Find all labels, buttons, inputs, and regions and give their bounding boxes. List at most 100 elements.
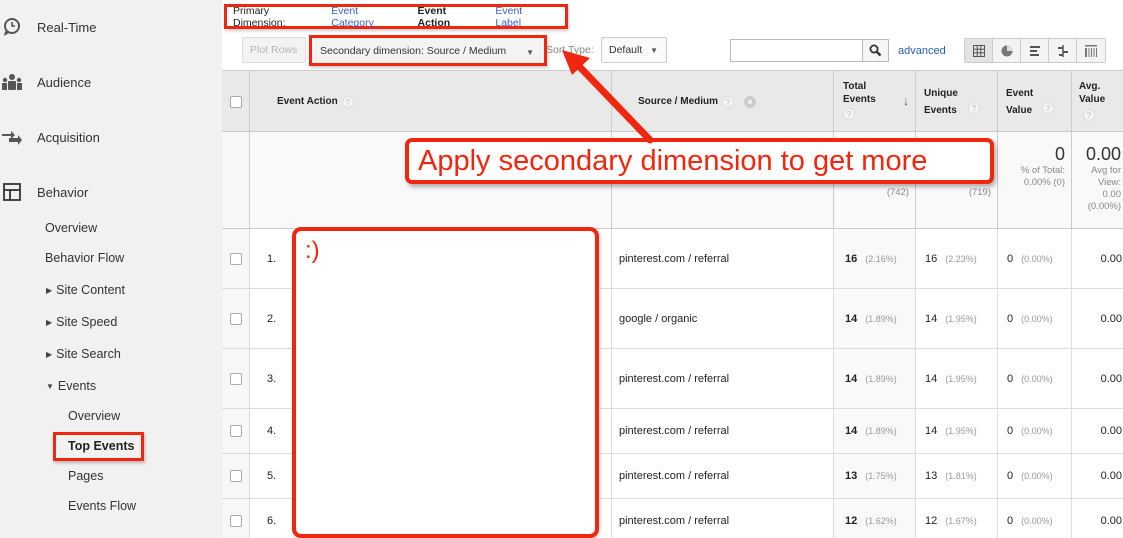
secondary-dimension-dropdown[interactable]: Secondary dimension: Source / Medium ▼ [309, 35, 547, 66]
people-icon [2, 74, 22, 90]
column-event-action[interactable]: Event Action? [250, 71, 612, 132]
column-label: Unique Events [924, 88, 958, 116]
view-switcher [964, 38, 1106, 63]
avg-value: 0.00 [1100, 515, 1122, 527]
sidebar-item-label: Behavior [37, 184, 89, 200]
unique-events-pct: (2.23%) [945, 253, 977, 264]
select-all-checkbox[interactable] [229, 95, 242, 108]
sidebar-item-pages[interactable]: Pages [68, 469, 103, 483]
sidebar-item-behavior-flow[interactable]: Behavior Flow [45, 251, 124, 265]
row-source-medium[interactable]: pinterest.com / referral [612, 499, 834, 538]
row-checkbox[interactable] [229, 252, 242, 265]
row-checkbox[interactable] [229, 470, 242, 482]
sidebar-item-events-overview[interactable]: Overview [68, 409, 120, 423]
sidebar-item-label: Real-Time [37, 19, 97, 35]
help-icon[interactable]: ? [1083, 109, 1095, 121]
total-events-pct: (1.89%) [865, 373, 897, 384]
help-icon[interactable]: ? [722, 95, 735, 108]
column-event-value[interactable]: Event Value ? [998, 71, 1072, 132]
primary-dimension-event-label[interactable]: Event Label [495, 5, 550, 29]
sidebar-item-site-content[interactable]: ▶ Site Content [46, 283, 125, 297]
unique-events-value: 14 [925, 425, 938, 437]
help-icon[interactable]: ? [968, 102, 980, 114]
sidebar-item-audience[interactable]: Audience [0, 67, 222, 97]
unique-events-value: 14 [925, 312, 938, 325]
totals-avg-value: 0.00 Avg for View: 0.00 (0.00%) [1072, 132, 1123, 228]
row-total-events: 14 (1.89%) [834, 409, 916, 453]
column-label: Total Events [843, 81, 876, 105]
help-icon[interactable]: ? [341, 95, 354, 108]
row-check-cell [222, 229, 250, 288]
sidebar-item-label: Behavior Flow [45, 251, 125, 265]
help-icon[interactable]: ? [1042, 102, 1054, 114]
row-source-medium[interactable]: google / organic [612, 289, 834, 348]
sidebar-item-behavior-overview[interactable]: Overview [45, 221, 97, 235]
pivot-view-button[interactable] [1077, 39, 1105, 62]
remove-dimension-icon[interactable]: × [744, 95, 757, 108]
comparison-view-button[interactable] [1049, 39, 1077, 62]
row-source-medium[interactable]: pinterest.com / referral [612, 229, 834, 288]
sidebar-item-site-search[interactable]: ▶ Site Search [46, 347, 121, 361]
sidebar-item-events-flow[interactable]: Events Flow [68, 499, 136, 513]
row-unique-events: 13 (1.81%) [916, 454, 998, 498]
totals-check-cell [222, 132, 250, 228]
row-checkbox[interactable] [229, 372, 242, 385]
table-search-input[interactable] [730, 39, 863, 62]
advanced-filter-link[interactable]: advanced [898, 45, 946, 57]
total-events-pct: (1.75%) [865, 471, 897, 481]
row-source-medium[interactable]: pinterest.com / referral [612, 409, 834, 453]
source-medium-value: pinterest.com / referral [619, 425, 730, 437]
sidebar-item-events[interactable]: ▼ Events [46, 379, 96, 393]
search-button[interactable] [862, 39, 889, 62]
table-view-button[interactable] [965, 39, 993, 62]
performance-view-button[interactable] [1021, 39, 1049, 62]
unique-events-value: 14 [925, 372, 938, 385]
total-events-pct: (2.16%) [865, 253, 897, 264]
source-medium-value: pinterest.com / referral [619, 372, 730, 385]
totals-sub: 0.00 [1102, 189, 1122, 200]
event-value-pct: (0.00%) [1021, 426, 1053, 436]
pivot-icon [1085, 44, 1097, 57]
row-unique-events: 14 (1.95%) [916, 289, 998, 348]
caret-down-icon: ▼ [46, 382, 54, 391]
column-total-events[interactable]: Total Events ? ↓ [834, 71, 916, 132]
pie-view-button[interactable] [993, 39, 1021, 62]
row-checkbox[interactable] [229, 425, 242, 437]
row-check-cell [222, 289, 250, 348]
row-total-events: 12 (1.62%) [834, 499, 916, 538]
row-avg-value: 0.00 [1072, 349, 1123, 408]
arrows-icon [2, 131, 22, 145]
sort-type-dropdown[interactable]: Default ▼ [601, 37, 667, 63]
row-event-value: 0 (0.00%) [998, 289, 1072, 348]
chevron-down-icon: ▼ [526, 48, 534, 57]
total-events-value: 13 [845, 470, 858, 482]
plot-rows-button[interactable]: Plot Rows [242, 37, 306, 63]
sidebar-item-label: Site Search [56, 347, 121, 361]
primary-dimension-event-category[interactable]: Event Category [331, 5, 402, 29]
help-icon[interactable]: ? [843, 108, 855, 120]
column-avg-value[interactable]: Avg. Value ? [1072, 71, 1123, 132]
sidebar-item-site-speed[interactable]: ▶ Site Speed [46, 315, 117, 329]
column-unique-events[interactable]: Unique Events ? [916, 71, 998, 132]
sidebar-item-label: Events Flow [68, 499, 137, 513]
event-value: 0 [1007, 425, 1014, 437]
row-source-medium[interactable]: pinterest.com / referral [612, 349, 834, 408]
totals-abs: (719) [968, 187, 991, 198]
row-checkbox[interactable] [229, 515, 242, 527]
row-source-medium[interactable]: pinterest.com / referral [612, 454, 834, 498]
sidebar-item-behavior[interactable]: Behavior [0, 177, 222, 207]
unique-events-pct: (1.95%) [945, 373, 977, 384]
primary-dimension-event-action: Event Action [417, 4, 451, 29]
search-icon [869, 44, 882, 57]
column-source-medium[interactable]: Source / Medium? × [612, 71, 834, 132]
unique-events-pct: (1.95%) [945, 426, 977, 436]
unique-events-value: 16 [925, 252, 938, 265]
sidebar-item-real-time[interactable]: Real-Time [0, 12, 222, 42]
sort-type-label: Sort Type: [546, 44, 594, 56]
total-events-pct: (1.62%) [865, 516, 897, 526]
primary-dimension-label: Primary Dimension: [233, 4, 286, 29]
sidebar-item-acquisition[interactable]: Acquisition [0, 122, 222, 152]
totals-abs: (742) [886, 187, 909, 198]
row-checkbox[interactable] [229, 312, 242, 325]
sidebar-item-top-events[interactable]: Top Events [68, 439, 134, 453]
